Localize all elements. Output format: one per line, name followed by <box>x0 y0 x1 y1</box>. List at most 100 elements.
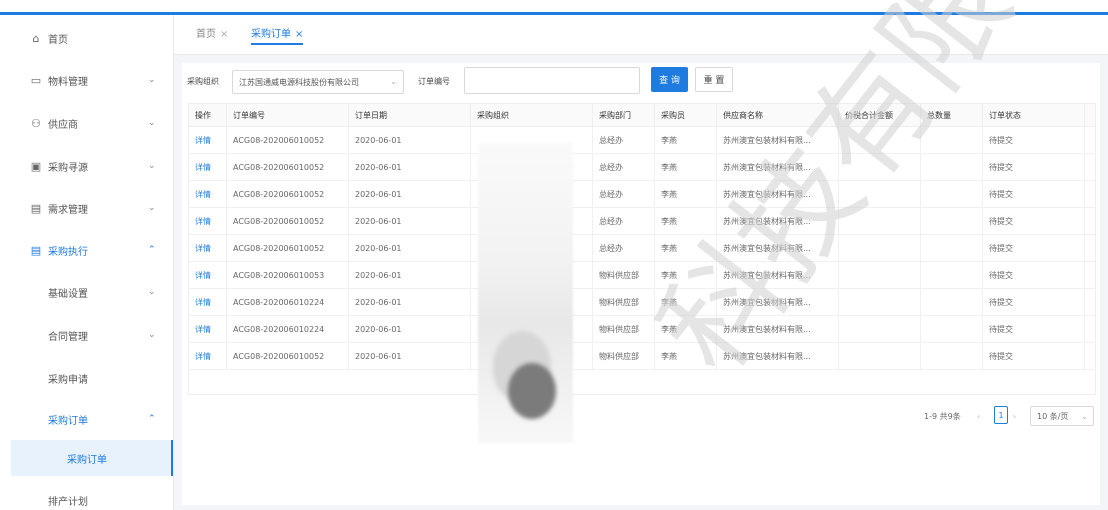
detail-link[interactable]: 详情 <box>189 127 227 154</box>
col-action: 操作 <box>189 104 227 127</box>
sidebar-item-label: 基础设置 <box>48 288 88 300</box>
cell-amount <box>839 289 921 316</box>
cell-order-no: ACG08-202006010224 <box>227 289 349 316</box>
cell-order-no: ACG08-202006010224 <box>227 316 349 343</box>
sidebar-item-execution[interactable]: ▤ 采购执行 ⌃ <box>0 232 174 268</box>
sidebar-item-production-plan[interactable]: 排产计划 <box>0 482 174 510</box>
chevron-down-icon: ⌄ <box>1081 411 1088 421</box>
reset-button[interactable]: 重 置 <box>695 67 733 92</box>
cell-amount <box>839 181 921 208</box>
chevron-down-icon: ⌄ <box>148 75 156 85</box>
sidebar-item-home[interactable]: ⌂ 首页 <box>0 20 174 56</box>
cell-order-no: ACG08-202006010052 <box>227 235 349 262</box>
detail-link[interactable]: 详情 <box>189 235 227 262</box>
col-buyer: 采购员 <box>655 104 717 127</box>
table-row: 详情 ACG08-202006010052 2020-06-01 总经办 李燕 苏州澳宜包… <box>189 208 1095 235</box>
cell-dept: 总经办 <box>593 154 655 181</box>
sidebar-item-supplier[interactable]: ⚇ 供应商 ⌄ <box>0 105 174 141</box>
blurred-region <box>508 363 556 419</box>
cell-qty <box>921 181 983 208</box>
tab-label: 首页 <box>196 29 216 40</box>
cell-status: 待提交 <box>983 235 1085 262</box>
cell-order-no: ACG08-202006010052 <box>227 127 349 154</box>
detail-link[interactable]: 详情 <box>189 262 227 289</box>
cell-amount <box>839 235 921 262</box>
table-row: 详情 ACG08-202006010052 2020-06-01 物料供应部 李燕 苏州澳… <box>189 343 1095 370</box>
sidebar-item-purchase-request[interactable]: 采购申请 <box>0 360 174 396</box>
sourcing-icon: ▣ <box>30 159 42 173</box>
sidebar-item-label: 采购执行 <box>48 246 88 258</box>
sidebar-item-sourcing[interactable]: ▣ 采购寻源 ⌄ <box>0 148 174 184</box>
detail-link[interactable]: 详情 <box>189 343 227 370</box>
sidebar-item-purchase-order-group[interactable]: 采购订单 ⌃ <box>0 401 174 437</box>
table-row: 详情 ACG08-202006010052 2020-06-01 总经办 李燕 苏州澳宜包… <box>189 127 1095 154</box>
cell-buyer: 李燕 <box>655 154 717 181</box>
cell-status: 待提交 <box>983 262 1085 289</box>
cell-amount <box>839 262 921 289</box>
cell-supplier: 苏州澳宜包装材料有限... <box>717 262 839 289</box>
cell-amount <box>839 154 921 181</box>
cell-dept: 物料供应部 <box>593 262 655 289</box>
sidebar-item-materials[interactable]: ▭ 物料管理 ⌄ <box>0 62 174 98</box>
cell-buyer: 李燕 <box>655 208 717 235</box>
detail-link[interactable]: 详情 <box>189 316 227 343</box>
sidebar-item-basic-settings[interactable]: 基础设置 ⌄ <box>0 274 174 310</box>
order-no-input[interactable] <box>464 67 640 94</box>
page-size-value: 10 条/页 <box>1037 411 1069 421</box>
detail-link[interactable]: 详情 <box>189 154 227 181</box>
sidebar-item-demand[interactable]: ▤ 需求管理 ⌄ <box>0 190 174 226</box>
sidebar-item-label: 首页 <box>48 34 68 46</box>
cell-date: 2020-06-01 <box>349 154 471 181</box>
org-select[interactable]: 江苏国通威电源科技股份有限公司 ⌄ <box>232 70 404 94</box>
sidebar: ⌂ 首页 ▭ 物料管理 ⌄ ⚇ 供应商 ⌄ ▣ 采购寻源 ⌄ ▤ 需求管理 ⌄ … <box>0 15 174 510</box>
cell-date: 2020-06-01 <box>349 289 471 316</box>
cell-supplier: 苏州澳宜包装材料有限... <box>717 289 839 316</box>
tab-bar: 首页 × 采购订单 × <box>174 15 1108 55</box>
execution-icon: ▤ <box>30 243 42 257</box>
sidebar-item-label: 供应商 <box>48 119 78 131</box>
chevron-up-icon: ⌃ <box>148 245 156 255</box>
cell-amount <box>839 127 921 154</box>
org-select-value: 江苏国通威电源科技股份有限公司 <box>239 78 359 87</box>
cell-amount <box>839 316 921 343</box>
cell-amount <box>839 208 921 235</box>
close-icon[interactable]: × <box>220 29 228 40</box>
home-icon: ⌂ <box>32 31 40 45</box>
page-size-select[interactable]: 10 条/页 ⌄ <box>1030 406 1094 426</box>
list-icon: ▤ <box>30 201 42 215</box>
table-row: 详情 ACG08-202006010052 2020-06-01 总经办 李燕 苏州澳宜包… <box>189 235 1095 262</box>
cell-qty <box>921 127 983 154</box>
col-qty: 总数量 <box>921 104 983 127</box>
detail-link[interactable]: 详情 <box>189 208 227 235</box>
sidebar-item-label: 物料管理 <box>48 76 88 88</box>
close-icon[interactable]: × <box>295 29 303 40</box>
chevron-right-icon[interactable]: › <box>1013 406 1025 426</box>
cell-date: 2020-06-01 <box>349 181 471 208</box>
search-button[interactable]: 查 询 <box>651 67 688 92</box>
sidebar-item-label: 采购申请 <box>48 374 88 386</box>
detail-link[interactable]: 详情 <box>189 181 227 208</box>
cell-dept: 总经办 <box>593 235 655 262</box>
cell-status: 待提交 <box>983 127 1085 154</box>
chevron-down-icon: ⌄ <box>148 203 156 213</box>
main-content: 首页 × 采购订单 × 采购组织 江苏国通威电源科技股份有限公司 ⌄ 订单编号 查 … <box>174 15 1108 510</box>
tab-label: 采购订单 <box>251 29 291 40</box>
table-row: 详情 ACG08-202006010052 2020-06-01 总经办 李燕 苏州澳宜包… <box>189 154 1095 181</box>
tab-purchase-order[interactable]: 采购订单 × <box>251 25 304 45</box>
chevron-left-icon[interactable]: ‹ <box>977 406 989 426</box>
cell-date: 2020-06-01 <box>349 127 471 154</box>
cell-supplier: 苏州澳宜包装材料有限... <box>717 235 839 262</box>
cell-buyer: 李燕 <box>655 343 717 370</box>
top-bar <box>0 0 1108 15</box>
page-number-button[interactable]: 1 <box>994 406 1008 424</box>
col-amount: 价税合计金额 <box>839 104 921 127</box>
cell-buyer: 李燕 <box>655 316 717 343</box>
sidebar-item-contracts[interactable]: 合同管理 ⌄ <box>0 317 174 353</box>
tab-home[interactable]: 首页 × <box>196 25 228 45</box>
sidebar-item-purchase-order[interactable]: 采购订单 <box>11 440 173 476</box>
cell-dept: 总经办 <box>593 181 655 208</box>
cell-supplier: 苏州澳宜包装材料有限... <box>717 208 839 235</box>
cell-date: 2020-06-01 <box>349 235 471 262</box>
detail-link[interactable]: 详情 <box>189 289 227 316</box>
cell-supplier: 苏州澳宜包装材料有限... <box>717 154 839 181</box>
